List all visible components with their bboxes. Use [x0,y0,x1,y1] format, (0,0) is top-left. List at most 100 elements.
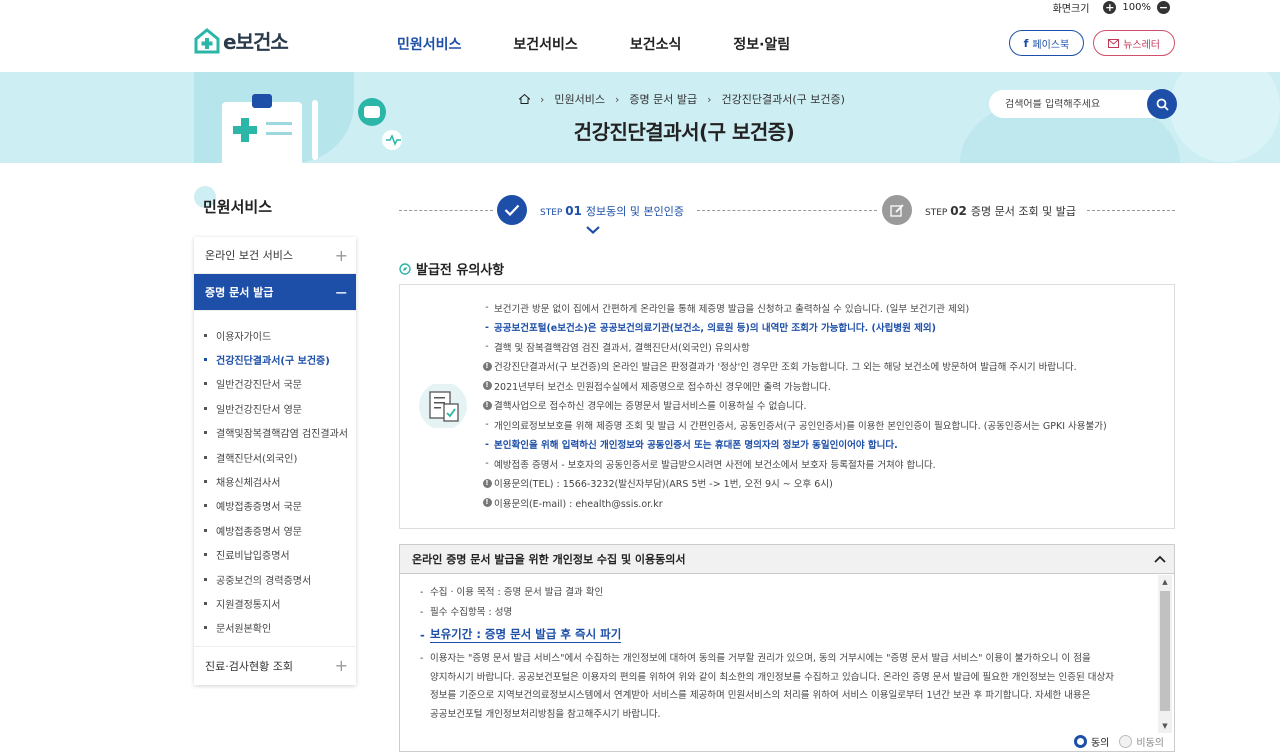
submenu-item[interactable]: 채용신체검사서 [194,469,356,493]
newsletter-button[interactable]: 뉴스레터 [1093,30,1175,56]
submenu-item[interactable]: 일반건강진단서 국문 [194,372,356,396]
notice-item: ! 건강진단결과서(구 보건증)의 온라인 발급은 판정결과가 '정상'인 경우만… [480,357,1107,377]
consent-options: 동의 비동의 [1073,734,1164,749]
step-indicator: STEP 01 정보동의 및 본인인증 STEP 02 증명 문서 조회 및 발… [399,193,1175,234]
gnb-health-news[interactable]: 보건소식 [630,34,682,54]
submenu-item[interactable]: 예방접종증명서 영문 [194,518,356,542]
sidebar: 온라인 보건 서비스 + 증명 문서 발급 − 이용자가이드 건강진단결과서(구… [194,237,356,685]
submenu-item[interactable]: 일반건강진단서 영문 [194,396,356,420]
submenu-label: 일반건강진단서 국문 [216,380,302,392]
sidebar-item-label: 진료·검사현황 조회 [205,659,293,673]
notice-box: - 보건기관 방문 없이 집에서 간편하게 온라인을 통해 제증명 발급을 신청하… [399,284,1175,529]
submenu-item-active[interactable]: 건강진단결과서(구 보건증) [194,347,356,371]
submenu-item[interactable]: 예방접종증명서 국문 [194,494,356,518]
step2-edit-icon [882,195,912,225]
consent-header[interactable]: 온라인 증명 문서 발급을 위한 개인정보 수집 및 이용동의서 [400,545,1174,574]
notice-item: - 개인의료정보보호를 위해 제증명 조회 및 발급 시 간편인증서, 공동인증서… [485,419,1107,432]
search-input[interactable] [989,98,1139,110]
search-button[interactable] [1147,89,1177,119]
info-icon: ! [482,361,492,371]
submenu-label: 건강진단결과서(구 보건증) [216,356,330,368]
chevron-down-icon [586,226,600,234]
zoom-in-icon[interactable]: + [1103,0,1117,14]
breadcrumb-item[interactable]: 건강진단결과서(구 보건증) [722,91,845,107]
submenu-label: 예방접종증명서 국문 [216,502,302,514]
facebook-button[interactable]: f 페이스북 [1008,30,1085,56]
global-nav: 민원서비스 보건서비스 보건소식 정보·알림 [397,34,842,54]
submenu-item[interactable]: 이용자가이드 [194,323,356,347]
radio-unchecked-icon [1119,735,1133,748]
sidebar-item-medical-status[interactable]: 진료·검사현황 조회 + [194,647,356,684]
sidebar-item-online-health[interactable]: 온라인 보건 서비스 + [194,237,356,274]
chevron-right-icon: › [707,92,712,106]
notice-list: - 보건기관 방문 없이 집에서 간편하게 온라인을 통해 제증명 발급을 신청하… [480,298,1107,513]
consent-title: 온라인 증명 문서 발급을 위한 개인정보 수집 및 이용동의서 [412,553,686,566]
sidebar-title: 민원서비스 [203,198,273,216]
notice-item-emphasis: - 공공보건포털(e보건소)은 공공보건의료기관(보건소, 의료원 등)의 내역만… [485,321,936,335]
sns-links: f 페이스북 뉴스레터 [1008,30,1175,56]
scroll-up-icon[interactable]: ▲ [1160,577,1170,587]
consent-scrollbar[interactable]: ▲ ▼ [1158,575,1172,733]
submenu-item[interactable]: 결핵및잠복결핵감염 검진결과서 [194,421,356,445]
submenu-label: 이용자가이드 [216,331,272,343]
notice-heading: 발급전 유의사항 [399,259,504,278]
step2-label: STEP 02 증명 문서 조회 및 발급 [925,204,1076,218]
home-icon[interactable] [519,94,530,104]
plus-icon: + [334,245,348,265]
chevron-up-icon[interactable] [1154,555,1166,563]
page-banner: › 민원서비스 › 증명 문서 발급 › 건강진단결과서(구 보건증) 건강진단… [0,72,1280,163]
notice-item: - 예방접종 증명서 - 보호자의 공동인증서로 발급받으시려면 사전에 보건소에… [485,458,936,471]
facebook-icon: f [1023,36,1029,50]
compass-icon [399,262,411,275]
chevron-right-icon: › [540,92,545,106]
facebook-label: 페이스북 [1032,39,1070,51]
gnb-info-notice[interactable]: 정보·알림 [733,34,790,54]
submenu-label: 공중보건의 경력증명서 [216,575,312,587]
minus-icon: − [334,282,348,302]
newsletter-label: 뉴스레터 [1123,39,1160,51]
search-box [989,89,1177,119]
submenu-label: 결핵진단서(외국인) [216,453,298,465]
zoom-label: 화면크기 [1052,3,1090,15]
chevron-right-icon: › [615,92,620,106]
submenu-item[interactable]: 진료비납입증명서 [194,543,356,567]
submenu-label: 진료비납입증명서 [216,551,290,563]
notice-item-emphasis: - 본인확인을 위해 입력하신 개인정보와 공동인증서 또는 휴대폰 명의자의 정… [485,438,898,452]
sidebar-item-certificate[interactable]: 증명 문서 발급 − [194,274,356,311]
agree-label: 동의 [1090,738,1110,749]
gnb-health-service[interactable]: 보건서비스 [513,34,577,54]
submenu-item[interactable]: 지원결정통지서 [194,591,356,615]
notice-item: - 결핵 및 잠복결핵감염 검진 결과서, 결핵진단서(외국인) 유의사항 [485,341,750,354]
logo-house-icon [194,27,220,53]
gnb-complaint-service[interactable]: 민원서비스 [397,34,461,54]
agree-radio[interactable]: 동의 [1073,734,1110,749]
consent-paragraph: - 이용자는 "증명 문서 발급 서비스"에서 수집하는 개인정보에 대하여 동… [420,653,1114,720]
breadcrumb-item[interactable]: 증명 문서 발급 [629,91,697,107]
notice-item: ! 2021년부터 보건소 민원접수실에서 제증명으로 접수하신 경우에만 출력 … [480,376,1107,396]
submenu-item[interactable]: 문서원본확인 [194,616,356,640]
disagree-radio[interactable]: 비동의 [1119,734,1164,749]
step1-check-icon [497,195,527,225]
zoom-value: 100% [1122,1,1151,13]
radio-checked-icon [1073,735,1087,748]
scroll-thumb[interactable] [1160,591,1170,711]
submenu-item[interactable]: 결핵진단서(외국인) [194,445,356,469]
submenu-item[interactable]: 공중보건의 경력증명서 [194,567,356,591]
scroll-down-icon[interactable]: ▼ [1160,721,1170,731]
submenu-label: 채용신체검사서 [216,478,281,490]
zoom-control: 화면크기 + 100% − [1052,0,1170,15]
info-icon: ! [482,381,492,391]
header: e보건소 민원서비스 보건서비스 보건소식 정보·알림 f 페이스북 뉴스레터 [0,14,1280,72]
sidebar-submenu: 이용자가이드 건강진단결과서(구 보건증) 일반건강진단서 국문 일반건강진단서… [194,311,356,648]
submenu-label: 문서원본확인 [216,624,272,636]
consent-item: - 수집 · 이용 목적 : 증명 문서 발급 결과 확인 [420,587,604,598]
document-check-icon [419,384,467,428]
logo[interactable]: e보건소 [194,26,289,55]
consent-body: - 수집 · 이용 목적 : 증명 문서 발급 결과 확인 - 필수 수집항목 : … [400,575,1158,733]
zoom-out-icon[interactable]: − [1157,0,1170,14]
search-icon [1156,98,1169,111]
page-title: 건강진단결과서(구 보건증) [573,120,795,144]
disagree-label: 비동의 [1136,738,1164,749]
breadcrumb-item[interactable]: 민원서비스 [554,91,605,107]
breadcrumb: › 민원서비스 › 증명 문서 발급 › 건강진단결과서(구 보건증) [519,91,845,107]
